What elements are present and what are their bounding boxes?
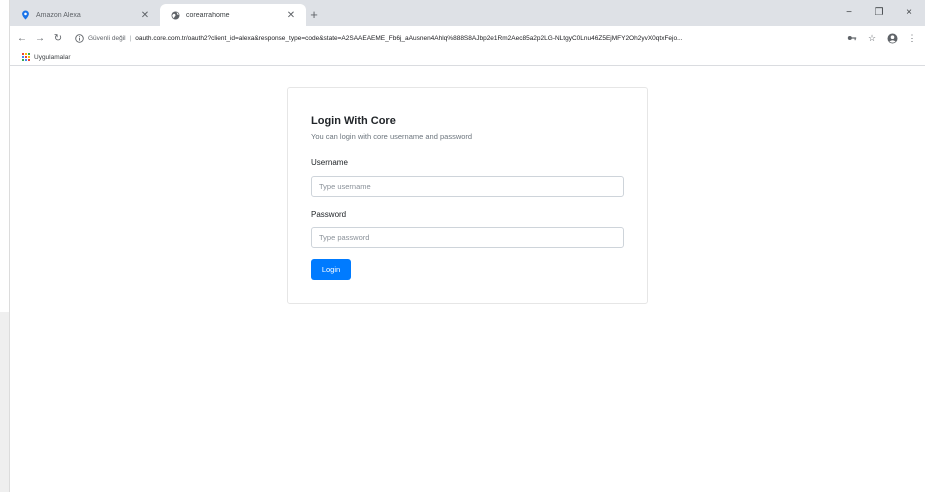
password-input[interactable] <box>311 227 624 248</box>
tab-strip: Amazon Alexa ✕ corearrahome ✕ + − ❐ × <box>10 0 925 26</box>
tab-amazon-alexa[interactable]: Amazon Alexa ✕ <box>10 4 160 26</box>
login-subtitle: You can login with core username and pas… <box>311 132 473 141</box>
left-edge-strip <box>0 312 9 492</box>
maximize-icon[interactable]: ❐ <box>868 4 890 20</box>
new-tab-plus-icon[interactable]: + <box>306 6 322 22</box>
bookmarks-bar: Uygulamalar <box>10 50 925 66</box>
bookmark-apps[interactable]: Uygulamalar <box>22 53 71 61</box>
address-bar[interactable]: Güvenli değil | oauth.core.com.tr/oauth2… <box>74 30 870 46</box>
username-input[interactable] <box>311 176 624 197</box>
login-card: Login With Core You can login with core … <box>287 87 648 304</box>
kebab-menu-icon[interactable]: ⋮ <box>904 30 920 46</box>
page-content: Login With Core You can login with core … <box>10 67 925 492</box>
apps-grid-icon <box>22 53 30 61</box>
login-title: Login With Core <box>311 115 396 127</box>
security-status-text: Güvenli değil <box>88 34 126 42</box>
browser-toolbar: ← → ↻ Güvenli değil | oauth.core.com.tr/… <box>10 26 925 50</box>
globe-icon <box>170 10 180 20</box>
tab-close-icon[interactable]: ✕ <box>138 8 152 22</box>
tab-title: Amazon Alexa <box>36 11 81 19</box>
tab-title: corearrahome <box>186 11 230 19</box>
reload-icon[interactable]: ↻ <box>50 30 66 46</box>
password-label: Password <box>311 210 347 219</box>
tab-corearrahome[interactable]: corearrahome ✕ <box>160 4 306 26</box>
address-separator: | <box>129 34 132 42</box>
bookmark-label: Uygulamalar <box>34 53 71 61</box>
browser-window: Amazon Alexa ✕ corearrahome ✕ + − ❐ × ← … <box>9 0 925 492</box>
tab-close-icon[interactable]: ✕ <box>284 8 298 22</box>
key-icon[interactable] <box>844 30 860 46</box>
profile-avatar-icon[interactable] <box>884 30 900 46</box>
minimize-icon[interactable]: − <box>838 4 860 20</box>
close-window-icon[interactable]: × <box>898 4 920 20</box>
url-text: oauth.core.com.tr/oauth2?client_id=alexa… <box>135 34 683 42</box>
info-icon[interactable] <box>74 33 84 43</box>
location-pin-icon <box>20 10 30 20</box>
username-label: Username <box>311 158 348 167</box>
back-arrow-icon[interactable]: ← <box>14 30 30 46</box>
forward-arrow-icon[interactable]: → <box>32 30 48 46</box>
login-button[interactable]: Login <box>311 259 351 280</box>
star-bookmark-icon[interactable]: ☆ <box>864 30 880 46</box>
